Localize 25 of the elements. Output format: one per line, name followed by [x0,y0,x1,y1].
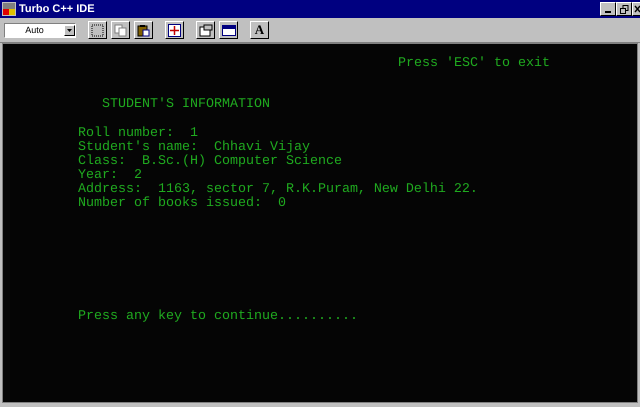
font-button[interactable]: A [250,21,269,39]
info-line: Year: 2 [78,169,142,183]
info-line: Number of books issued: 0 [78,197,286,211]
restore-icon [620,4,628,14]
exit-hint: Press 'ESC' to exit [398,57,550,71]
info-line: Student's name: Chhavi Vijay [78,141,310,155]
continue-prompt: Press any key to continue.......... [78,309,358,324]
properties-button[interactable] [196,21,215,39]
info-line: Roll number: 1 [78,127,198,141]
app-icon [2,2,16,16]
info-line: Address: 1163, sector 7, R.K.Puram, New Delhi 22. [78,183,478,197]
restore-button[interactable] [616,2,632,16]
background-button[interactable] [219,21,238,39]
info-heading: STUDENT'S INFORMATION [102,98,270,112]
paste-button[interactable] [134,21,153,39]
mark-button[interactable] [88,21,107,39]
copy-button[interactable] [111,21,130,39]
close-button[interactable] [632,2,640,16]
fullscreen-button[interactable] [165,21,184,39]
close-icon [634,5,640,13]
font-size-dropdown[interactable]: Auto [4,22,76,38]
caret-icon [67,28,72,32]
window-title: Turbo C++ IDE [19,3,95,15]
info-line: Class: B.Sc.(H) Computer Science [78,155,342,169]
minimize-button[interactable] [600,2,616,16]
